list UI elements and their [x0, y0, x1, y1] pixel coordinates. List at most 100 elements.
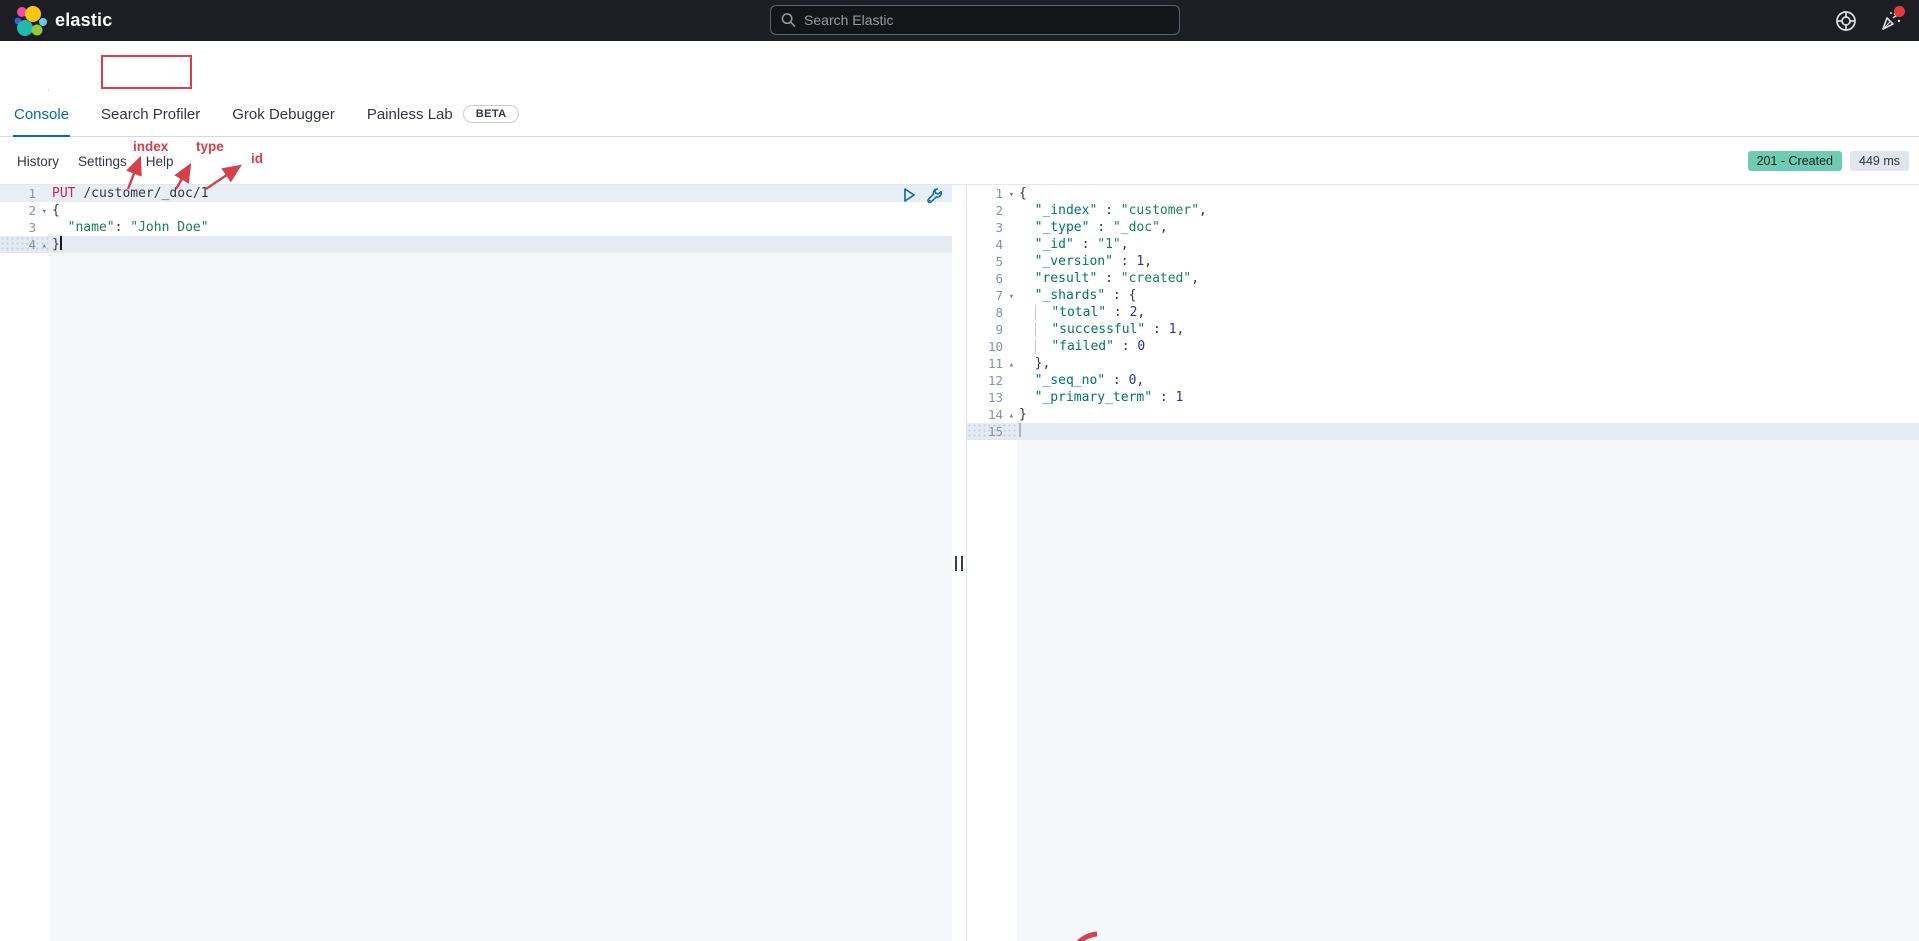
code-text[interactable]: "_seq_no" : 0, — [1017, 372, 1919, 389]
code-line[interactable]: 1▾{ — [967, 185, 1919, 202]
code-line[interactable]: 3 "_type" : "_doc", — [967, 219, 1919, 236]
text-cursor — [1019, 423, 1021, 437]
tab-painless-lab[interactable]: Painless Lab BETA — [367, 91, 520, 137]
tab-console[interactable]: Console — [14, 91, 69, 137]
code-line[interactable]: 7▾ "_shards" : { — [967, 287, 1919, 304]
code-line[interactable]: 15 — [967, 423, 1919, 440]
annotation-label-id: id — [251, 151, 263, 166]
response-output-pane[interactable]: 1▾{2 "_index" : "customer",3 "_type" : "… — [967, 185, 1919, 941]
code-text[interactable]: "_primary_term" : 1 — [1017, 389, 1919, 406]
code-line[interactable]: 8 "total" : 2, — [967, 304, 1919, 321]
line-number: 8 — [967, 304, 1017, 321]
code-text[interactable]: "_index" : "customer", — [1017, 202, 1919, 219]
send-request-icon[interactable] — [902, 187, 917, 203]
line-number: 14▴ — [967, 406, 1017, 423]
code-text[interactable]: "name": "John Doe" — [50, 219, 952, 236]
request-editor-pane[interactable]: 1PUT /customer/_doc/12▾{3 "name": "John … — [0, 185, 952, 941]
code-line[interactable]: 12 "_seq_no" : 0, — [967, 372, 1919, 389]
tab-label: Search Profiler — [101, 106, 200, 123]
code-line[interactable]: 1PUT /customer/_doc/1 — [0, 185, 952, 202]
tab-search-profiler[interactable]: Search Profiler — [101, 91, 200, 137]
line-number: 3 — [0, 219, 50, 236]
search-input[interactable] — [804, 12, 1169, 28]
code-line[interactable]: 10 "failed" : 0 — [967, 338, 1919, 355]
code-text[interactable]: "_shards" : { — [1017, 287, 1919, 304]
code-text[interactable]: { — [50, 202, 952, 219]
code-line[interactable]: 9 "successful" : 1, — [967, 321, 1919, 338]
newsfeed-button[interactable] — [1879, 10, 1901, 32]
kibana-dev-tools-page: elastic — [0, 0, 1919, 941]
tab-label: Grok Debugger — [232, 106, 335, 123]
pane-resizer[interactable] — [952, 185, 967, 941]
line-number: 10 — [967, 338, 1017, 355]
tab-grok-debugger[interactable]: Grok Debugger — [232, 91, 335, 137]
line-number: 6 — [967, 270, 1017, 287]
line-number: 4▴ — [0, 236, 50, 253]
search-icon — [781, 12, 796, 28]
annotation-label-type: type — [196, 139, 224, 154]
code-text[interactable]: "_type" : "_doc", — [1017, 219, 1919, 236]
beta-badge: BETA — [463, 105, 520, 123]
brand-text: elastic — [55, 10, 112, 31]
line-number: 1▾ — [967, 185, 1017, 202]
code-text[interactable]: "_version" : 1, — [1017, 253, 1919, 270]
line-number: 9 — [967, 321, 1017, 338]
text-cursor — [60, 236, 62, 250]
line-number: 4 — [967, 236, 1017, 253]
line-number: 2▾ — [0, 202, 50, 219]
code-line[interactable]: 3 "name": "John Doe" — [0, 219, 952, 236]
console-menu-history[interactable]: History — [17, 154, 59, 169]
console-menubar: History Settings Help 201 - Created 449 ms — [0, 137, 1919, 185]
code-line[interactable]: 5 "_version" : 1, — [967, 253, 1919, 270]
line-number: 3 — [967, 219, 1017, 236]
console-menu-settings[interactable]: Settings — [78, 154, 127, 169]
code-line[interactable]: 4 "_id" : "1", — [967, 236, 1919, 253]
editor-empty-area[interactable] — [0, 253, 952, 941]
code-text[interactable]: { — [1017, 185, 1919, 202]
console-menu-help[interactable]: Help — [146, 154, 174, 169]
code-text[interactable]: "successful" : 1, — [1017, 321, 1919, 338]
elastic-logo-icon — [10, 2, 47, 39]
code-line[interactable]: 2 "_index" : "customer", — [967, 202, 1919, 219]
response-time-badge: 449 ms — [1850, 151, 1909, 171]
line-number: 15 — [967, 423, 1017, 440]
code-line[interactable]: 4▴} — [0, 236, 952, 253]
code-line[interactable]: 6 "result" : "created", — [967, 270, 1919, 287]
life-ring-icon — [1835, 10, 1857, 32]
tab-label: Console — [14, 106, 69, 123]
global-header: elastic — [0, 0, 1919, 41]
code-text[interactable]: "failed" : 0 — [1017, 338, 1919, 355]
code-line[interactable]: 13 "_primary_term" : 1 — [967, 389, 1919, 406]
code-text[interactable]: "_id" : "1", — [1017, 236, 1919, 253]
console-workspace: 1PUT /customer/_doc/12▾{3 "name": "John … — [0, 185, 1919, 941]
response-status-badge: 201 - Created — [1748, 151, 1842, 171]
line-number: 11▴ — [967, 355, 1017, 372]
global-search[interactable] — [770, 5, 1180, 35]
code-text[interactable]: "total" : 2, — [1017, 304, 1919, 321]
code-line[interactable]: 11▴ }, — [967, 355, 1919, 372]
resize-handle-icon[interactable] — [955, 556, 963, 571]
code-text[interactable]: "result" : "created", — [1017, 270, 1919, 287]
elastic-brand[interactable]: elastic — [10, 2, 112, 39]
app-header: D Dev Tools — [0, 41, 1919, 91]
unread-news-dot — [1894, 6, 1905, 17]
code-text[interactable]: } — [1017, 406, 1919, 423]
line-number: 13 — [967, 389, 1017, 406]
response-empty-area — [967, 440, 1919, 941]
tab-label: Painless Lab — [367, 106, 453, 123]
line-number: 12 — [967, 372, 1017, 389]
line-number: 2 — [967, 202, 1017, 219]
annotation-label-index: index — [133, 139, 168, 154]
code-text[interactable] — [1017, 423, 1919, 440]
help-button[interactable] — [1835, 10, 1857, 32]
line-number: 7▾ — [967, 287, 1017, 304]
code-line[interactable]: 14▴} — [967, 406, 1919, 423]
code-line[interactable]: 2▾{ — [0, 202, 952, 219]
code-text[interactable]: } — [50, 236, 952, 253]
devtools-tabbar: Console Search Profiler Grok Debugger Painl… — [0, 91, 1919, 137]
line-number: 5 — [967, 253, 1017, 270]
code-text[interactable]: }, — [1017, 355, 1919, 372]
code-text[interactable]: PUT /customer/_doc/1 — [50, 185, 952, 202]
request-options-wrench-icon[interactable] — [925, 187, 942, 204]
line-number: 1 — [0, 185, 50, 202]
